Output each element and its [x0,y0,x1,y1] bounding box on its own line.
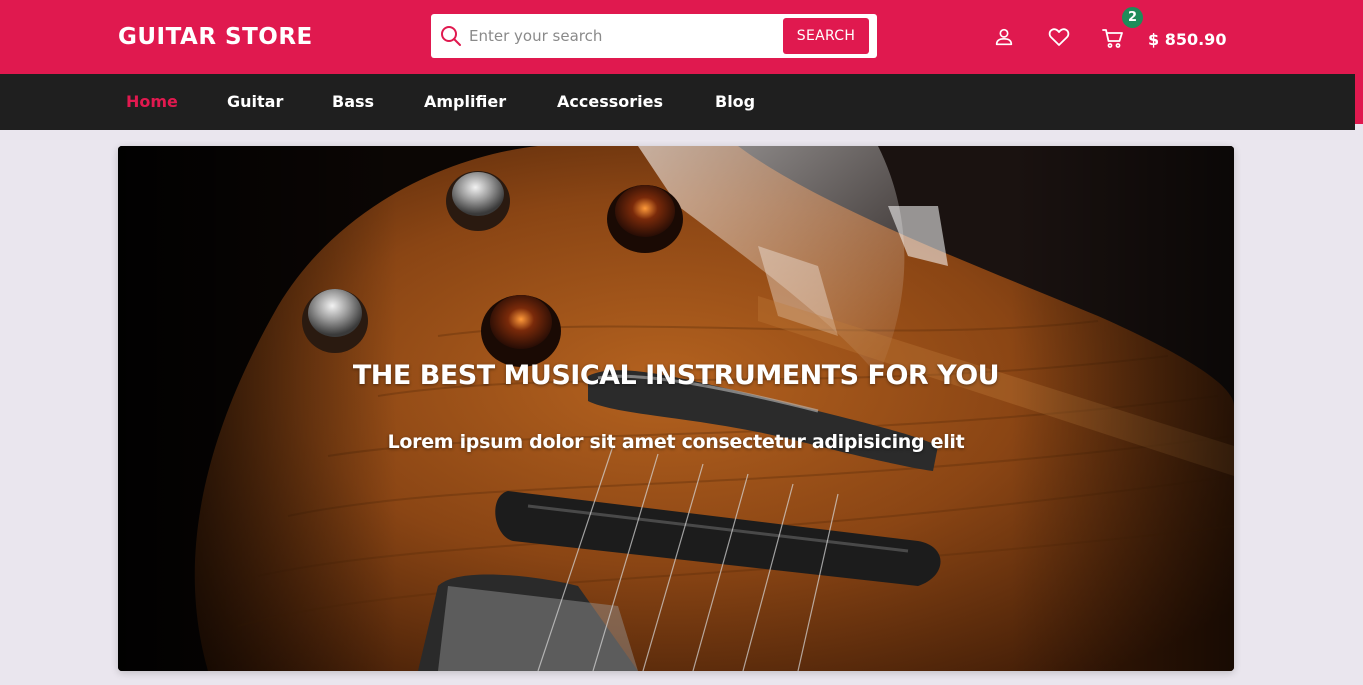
cart-icon[interactable] [1101,26,1125,50]
main-nav: Home Guitar Bass Amplifier Accessories B… [0,74,1355,130]
hero-subtitle: Lorem ipsum dolor sit amet consectetur a… [387,431,965,453]
nav-item-home[interactable]: Home [126,92,178,111]
nav-item-guitar[interactable]: Guitar [227,92,283,111]
cart-count-badge: 2 [1122,7,1143,28]
search-icon [441,26,461,46]
search-bar: SEARCH [431,14,877,58]
nav-item-blog[interactable]: Blog [715,92,755,111]
search-input[interactable] [469,22,799,50]
search-button[interactable]: SEARCH [783,18,869,54]
hero-banner: THE BEST MUSICAL INSTRUMENTS FOR YOU Lor… [118,146,1234,671]
scrollbar[interactable] [1355,0,1363,124]
top-header: GUITAR STORE SEARCH 2 $ 850.90 [0,0,1355,74]
brand-logo[interactable]: GUITAR STORE [118,24,313,50]
hero-title: THE BEST MUSICAL INSTRUMENTS FOR YOU [352,360,1000,391]
heart-icon[interactable] [1047,25,1071,49]
nav-item-bass[interactable]: Bass [332,92,374,111]
nav-item-amplifier[interactable]: Amplifier [424,92,506,111]
nav-item-accessories[interactable]: Accessories [557,92,663,111]
user-icon[interactable] [993,26,1015,48]
hero-guitar-image [118,146,1234,671]
cart-total[interactable]: $ 850.90 [1148,30,1226,49]
